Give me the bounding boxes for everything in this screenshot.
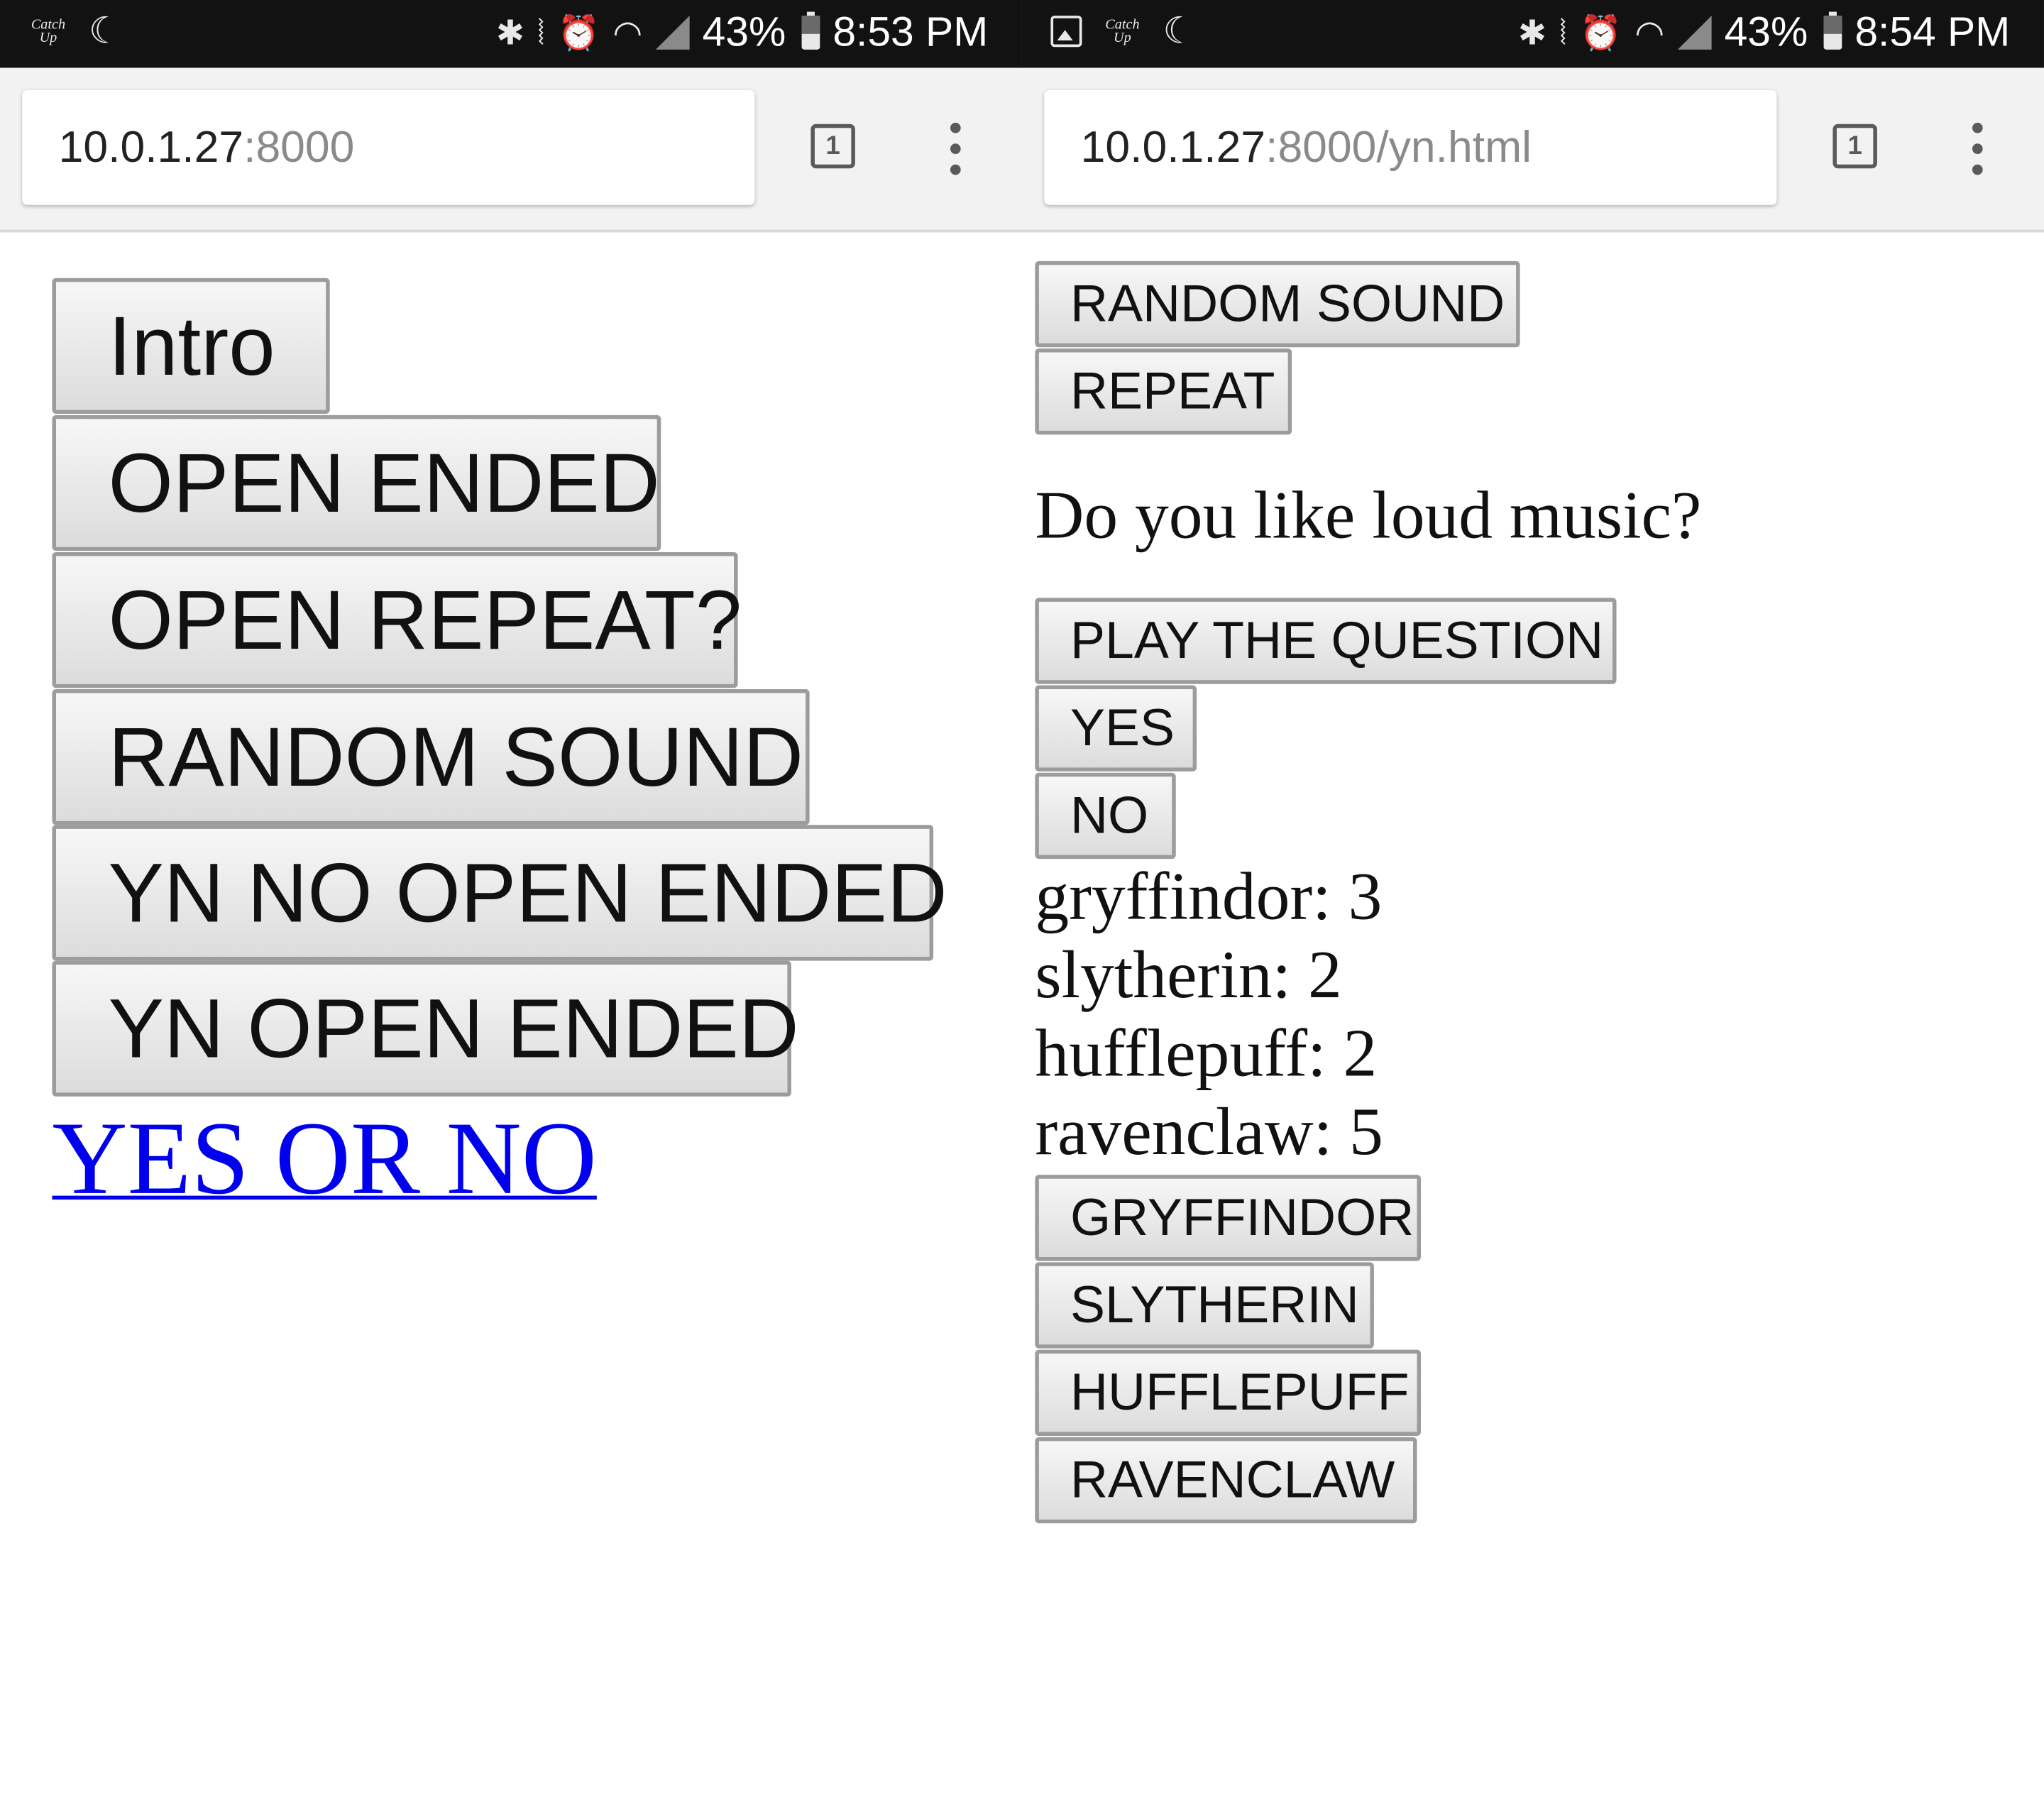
overflow-menu-icon[interactable] [946,122,965,175]
intro-button[interactable]: Intro [52,278,330,414]
url-path: :8000 [243,122,355,172]
yn-open-ended-button[interactable]: YN OPEN ENDED [52,960,799,1097]
bluetooth-icon: ✱ [1517,12,1546,52]
yes-or-no-link[interactable]: YES OR NO [52,1100,596,1218]
score-hufflepuff: hufflepuff: 2 [1035,1016,1378,1092]
alarm-icon: ⏰ [1579,12,1622,52]
slytherin-button[interactable]: SLYTHERIN [1035,1262,1374,1349]
open-ended-button[interactable]: OPEN ENDED [52,415,661,551]
yn-no-open-ended-button[interactable]: YN NO OPEN ENDED [52,825,947,961]
ravenclaw-button[interactable]: RAVENCLAW [1035,1437,1417,1524]
wifi-icon: ◠ [1634,12,1665,52]
battery-icon [801,11,820,49]
browser-toolbar: 10.0.1.27:8000 1 [0,67,1022,233]
battery-percent: 43% [1724,8,1808,55]
status-bar: Catch Up ☾ ✱ ⦚ ⏰ ◠ 43% 8:53 PM [0,0,1022,68]
play-question-button[interactable]: PLAY THE QUESTION [1035,598,1617,684]
open-repeat-button[interactable]: OPEN REPEAT? [52,551,742,688]
vibrate-icon: ⦚ [1559,12,1567,52]
overflow-menu-icon[interactable] [1968,122,1987,175]
moon-icon: ☾ [88,10,122,51]
right-phone-screen: Catch Up ☾ ✱ ⦚ ⏰ ◠ 43% 8:54 PM 10.0.1.27… [1022,0,2044,1817]
moon-icon: ☾ [1163,10,1196,51]
battery-percent: 43% [702,8,786,55]
browser-toolbar: 10.0.1.27:8000/yn.html 1 [1022,67,2044,233]
gallery-icon [1050,16,1082,48]
status-time: 8:53 PM [833,8,989,55]
status-time: 8:54 PM [1855,8,2011,55]
tab-switcher-icon[interactable]: 1 [811,123,855,169]
left-phone-screen: Catch Up ☾ ✱ ⦚ ⏰ ◠ 43% 8:53 PM 10.0.1.27… [0,0,1022,1817]
score-slytherin: slytherin: 2 [1035,938,1342,1014]
wifi-icon: ◠ [612,12,643,52]
signal-icon [655,15,690,49]
alarm-icon: ⏰ [557,12,600,52]
no-button[interactable]: NO [1035,772,1176,860]
status-bar: Catch Up ☾ ✱ ⦚ ⏰ ◠ 43% 8:54 PM [1022,0,2044,68]
random-sound-button[interactable]: RANDOM SOUND [1035,260,1520,348]
signal-icon [1677,15,1712,49]
catch-up-app-badge: Catch Up [31,16,66,46]
vibrate-icon: ⦚ [537,12,545,52]
url-host: 10.0.1.27 [1080,122,1266,172]
url-path: :8000/yn.html [1265,122,1532,172]
battery-icon [1823,11,1842,49]
url-host: 10.0.1.27 [58,122,244,172]
tab-switcher-icon[interactable]: 1 [1833,123,1877,169]
catch-up-app-badge: Catch Up [1105,16,1140,46]
url-bar[interactable]: 10.0.1.27:8000 [22,89,755,205]
hufflepuff-button[interactable]: HUFFLEPUFF [1035,1349,1422,1437]
yes-button[interactable]: YES [1035,685,1197,772]
score-gryffindor: gryffindor: 3 [1035,860,1383,935]
gryffindor-button[interactable]: GRYFFINDOR [1035,1175,1422,1261]
random-sound-button[interactable]: RANDOM SOUND [52,689,810,825]
bluetooth-icon: ✱ [495,12,524,52]
repeat-button[interactable]: REPEAT [1035,348,1292,435]
score-ravenclaw: ravenclaw: 5 [1035,1095,1383,1170]
url-bar[interactable]: 10.0.1.27:8000/yn.html [1044,89,1777,205]
question-text: Do you like loud music? [1035,478,1702,554]
